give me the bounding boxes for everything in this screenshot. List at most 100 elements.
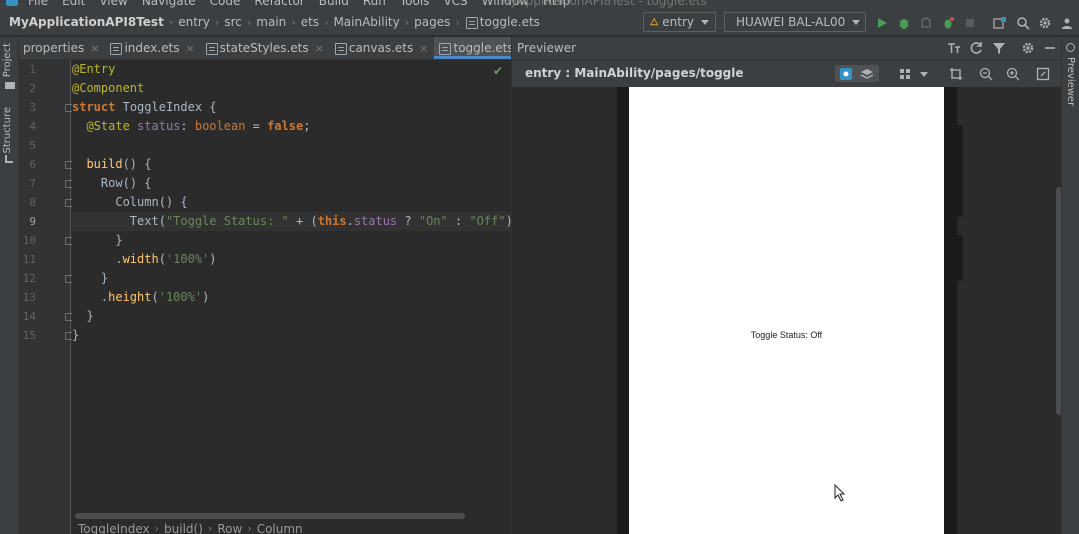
menu-edit[interactable]: Edit — [62, 0, 85, 8]
device-side-button — [957, 235, 963, 281]
chevron-right-icon: › — [455, 15, 460, 29]
line-number: 12 — [22, 272, 36, 285]
breadcrumb-ets[interactable]: ets — [301, 15, 319, 29]
breadcrumb-main[interactable]: main — [256, 15, 286, 29]
menu-tools[interactable]: Tools — [400, 0, 430, 8]
editor-gutter: 1 2 3 4 5 6 7 8 9 10 11 12 13 14 15 — [19, 60, 73, 534]
menu-vcs[interactable]: VCS — [443, 0, 467, 8]
menu-run[interactable]: Run — [363, 0, 386, 8]
line-number: 14 — [22, 310, 36, 323]
close-icon[interactable]: × — [185, 42, 194, 55]
code-line-current[interactable]: Text("Toggle Status: " + (this.status ? … — [72, 212, 511, 231]
tab-toggle[interactable]: toggle.ets × — [434, 37, 511, 59]
code-line[interactable]: @Component — [72, 79, 511, 98]
grid-view-icon[interactable] — [898, 67, 912, 81]
tab-properties[interactable]: properties × — [19, 37, 105, 59]
project-structure-icon[interactable] — [993, 16, 1007, 30]
previewer-toolbar: entry : MainAbility/pages/toggle — [511, 60, 1061, 87]
code-editor[interactable]: ✔ @Entry @Component struct ToggleIndex {… — [72, 60, 511, 514]
code-line[interactable]: } — [72, 326, 511, 345]
crop-frame-icon[interactable] — [949, 67, 963, 81]
gear-icon[interactable] — [1038, 16, 1052, 30]
refresh-icon[interactable] — [970, 41, 984, 55]
layers-icon[interactable] — [860, 67, 874, 81]
close-icon[interactable]: × — [315, 42, 324, 55]
account-icon[interactable] — [1060, 16, 1074, 30]
attach-debugger-icon[interactable] — [941, 16, 955, 30]
tab-statestyles[interactable]: stateStyles.ets × — [201, 37, 330, 59]
fit-screen-icon[interactable] — [1036, 67, 1050, 81]
breadcrumb-mainability[interactable]: MainAbility — [333, 15, 399, 29]
chevron-down-icon[interactable] — [920, 72, 928, 77]
folder-icon — [5, 82, 15, 89]
code-line[interactable]: struct ToggleIndex { — [72, 98, 511, 117]
code-line[interactable] — [72, 136, 511, 155]
run-icon[interactable] — [875, 16, 889, 30]
structure-tool-tab[interactable]: Structure — [2, 107, 13, 154]
ets-file-icon — [109, 42, 123, 55]
minimize-icon[interactable] — [1043, 41, 1057, 55]
code-line[interactable]: @State status: boolean = false; — [72, 117, 511, 136]
font-size-icon[interactable] — [947, 41, 961, 55]
device-screen[interactable]: Toggle Status: Off — [629, 87, 944, 534]
tab-properties-label: properties — [23, 41, 85, 55]
ets-file-icon — [334, 42, 347, 55]
breadcrumb-pages[interactable]: pages — [414, 15, 450, 29]
search-icon[interactable] — [1016, 16, 1030, 30]
left-tool-strip: Project Structure — [0, 37, 19, 534]
code-line[interactable]: Column() { — [72, 193, 511, 212]
menu-view[interactable]: View — [99, 0, 127, 8]
menu-code[interactable]: Code — [210, 0, 241, 8]
breadcrumb-file[interactable]: toggle.ets — [465, 15, 540, 29]
previewer-eye-icon — [1066, 43, 1075, 52]
project-tool-tab[interactable]: Project — [2, 43, 13, 77]
code-line[interactable]: .height('100%') — [72, 288, 511, 307]
code-line[interactable]: } — [72, 231, 511, 250]
filter-icon[interactable] — [992, 41, 1006, 55]
code-breadcrumb-item[interactable]: build() — [164, 522, 203, 534]
menu-build[interactable]: Build — [319, 0, 349, 8]
line-number: 2 — [29, 82, 36, 95]
debug-icon[interactable] — [897, 16, 911, 30]
line-number: 4 — [29, 120, 36, 133]
menu-navigate[interactable]: Navigate — [142, 0, 196, 8]
app-logo-icon — [6, 0, 18, 6]
menu-bar: File Edit View Navigate Code Refactor Bu… — [0, 0, 1079, 9]
code-breadcrumb-item[interactable]: Row — [217, 522, 242, 534]
device-select[interactable]: HUAWEI BAL-AL00 — [724, 12, 866, 32]
code-line[interactable]: build() { — [72, 155, 511, 174]
code-breadcrumb-item[interactable]: Column — [257, 522, 303, 534]
menu-refactor[interactable]: Refactor — [254, 0, 304, 8]
code-line[interactable]: .width('100%') — [72, 250, 511, 269]
editor-tabs: properties × index.ets × stateStyles.ets… — [19, 37, 511, 60]
ets-file-icon — [205, 42, 218, 55]
line-number: 6 — [29, 158, 36, 171]
run-config-label: entry — [662, 15, 694, 29]
code-line[interactable]: } — [72, 269, 511, 288]
profile-icon[interactable] — [919, 16, 933, 30]
breadcrumb-project[interactable]: MyApplicationAPI8Test — [0, 15, 164, 29]
right-tool-strip: Previewer — [1061, 37, 1079, 534]
code-line[interactable]: } — [72, 307, 511, 326]
menu-file[interactable]: File — [28, 0, 48, 8]
inspector-eye-icon[interactable] — [839, 67, 853, 81]
run-config-select[interactable]: entry — [643, 12, 716, 32]
tab-canvas[interactable]: canvas.ets × — [330, 37, 435, 59]
structure-icon — [5, 155, 13, 163]
device-label: HUAWEI BAL-AL00 — [736, 15, 846, 29]
previewer-tool-tab[interactable]: Previewer — [1065, 57, 1076, 106]
tab-index[interactable]: index.ets × — [105, 37, 200, 59]
close-icon[interactable]: × — [90, 42, 99, 55]
settings-gear-icon[interactable] — [1021, 41, 1035, 55]
code-breadcrumb-item[interactable]: ToggleIndex — [78, 522, 150, 534]
code-line[interactable]: @Entry — [72, 60, 511, 79]
breadcrumb-entry[interactable]: entry — [178, 15, 210, 29]
zoom-in-icon[interactable] — [1006, 67, 1020, 81]
breadcrumb-src[interactable]: src — [224, 15, 242, 29]
line-number-current: 9 — [29, 215, 36, 228]
tab-statestyles-label: stateStyles.ets — [219, 41, 309, 55]
stop-icon[interactable] — [963, 16, 977, 30]
code-line[interactable]: Row() { — [72, 174, 511, 193]
close-icon[interactable]: × — [419, 42, 428, 55]
zoom-out-icon[interactable] — [979, 67, 993, 81]
